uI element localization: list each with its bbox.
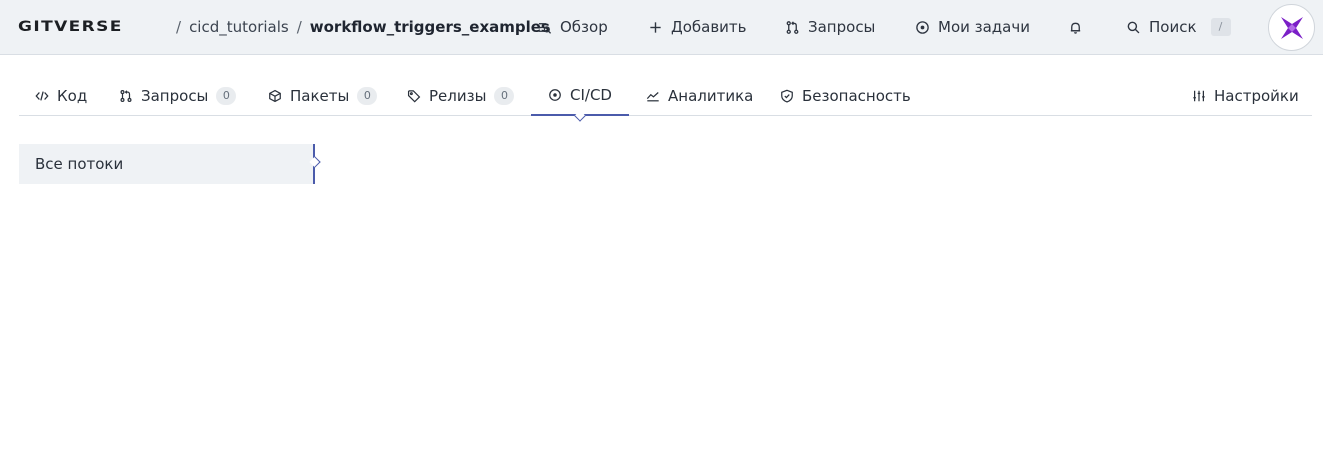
tab-releases-label: Релизы [429, 86, 487, 105]
breadcrumb-separator: / [296, 18, 302, 36]
tab-cicd-label: CI/CD [570, 85, 612, 104]
tab-packages[interactable]: Пакеты 0 [268, 75, 378, 116]
requests-count-badge: 0 [216, 86, 237, 105]
repo-tabs: Код Запросы 0 Пакеты 0 Релизы 0 CI/CD Ан… [19, 75, 1312, 122]
code-icon [35, 90, 49, 101]
issue-icon [916, 20, 929, 34]
pull-request-icon [120, 89, 132, 102]
top-bar: GITVERSE / cicd_tutorials / workflow_tri… [0, 0, 1323, 55]
tab-analytics-label: Аналитика [668, 86, 754, 105]
tab-cicd[interactable]: CI/CD [531, 75, 629, 122]
tab-security[interactable]: Безопасность [780, 75, 911, 116]
pull-request-icon [786, 20, 799, 34]
releases-count-badge: 0 [494, 86, 515, 105]
tab-requests-label: Запросы [141, 86, 209, 105]
bell-icon [1070, 22, 1081, 34]
requests-label: Запросы [808, 18, 876, 36]
breadcrumb-separator: / [176, 18, 182, 36]
tab-analytics[interactable]: Аналитика [646, 75, 753, 116]
tab-requests[interactable]: Запросы 0 [119, 75, 237, 116]
gitverse-logo[interactable]: GITVERSE [18, 19, 123, 35]
sidebar-item-label: Все потоки [35, 155, 124, 173]
search-icon [1127, 21, 1140, 33]
tab-code[interactable]: Код [35, 75, 87, 116]
packages-count-badge: 0 [357, 86, 378, 105]
analytics-icon [646, 91, 659, 101]
search-label: Поиск [1149, 18, 1197, 36]
add-button[interactable]: Добавить [648, 16, 747, 38]
my-tasks-label: Мои задачи [938, 18, 1030, 36]
cicd-icon [549, 88, 561, 101]
tab-releases[interactable]: Релизы 0 [407, 75, 515, 116]
settings-sliders-icon [1193, 90, 1205, 101]
breadcrumb: / cicd_tutorials / workflow_triggers_exa… [176, 16, 550, 38]
tab-security-label: Безопасность [802, 86, 911, 105]
tab-code-label: Код [57, 86, 88, 105]
tab-settings-label: Настройки [1214, 86, 1299, 105]
tag-icon [407, 89, 421, 103]
search-shortcut-badge: / [1210, 18, 1231, 36]
overview-button[interactable]: Обзор [537, 16, 608, 38]
shield-icon [781, 89, 793, 103]
overview-icon [538, 22, 552, 34]
tab-settings[interactable]: Настройки [1192, 75, 1299, 116]
sidebar-item-all-workflows[interactable]: Все потоки [19, 144, 315, 184]
search-button[interactable]: Поиск / [1126, 16, 1231, 38]
active-tab-caret [574, 110, 586, 122]
my-tasks-button[interactable]: Мои задачи [915, 16, 1030, 38]
tab-packages-label: Пакеты [290, 86, 350, 105]
overview-label: Обзор [560, 18, 608, 36]
breadcrumb-owner-link[interactable]: cicd_tutorials [189, 18, 289, 36]
plus-icon [650, 21, 661, 33]
notifications-button[interactable] [1068, 16, 1083, 38]
requests-button[interactable]: Запросы [785, 16, 875, 38]
breadcrumb-repo-link[interactable]: workflow_triggers_examples [310, 18, 550, 36]
add-label: Добавить [671, 18, 747, 36]
package-icon [269, 89, 281, 102]
avatar[interactable] [1268, 4, 1315, 51]
avatar-logo-icon [1280, 16, 1303, 39]
